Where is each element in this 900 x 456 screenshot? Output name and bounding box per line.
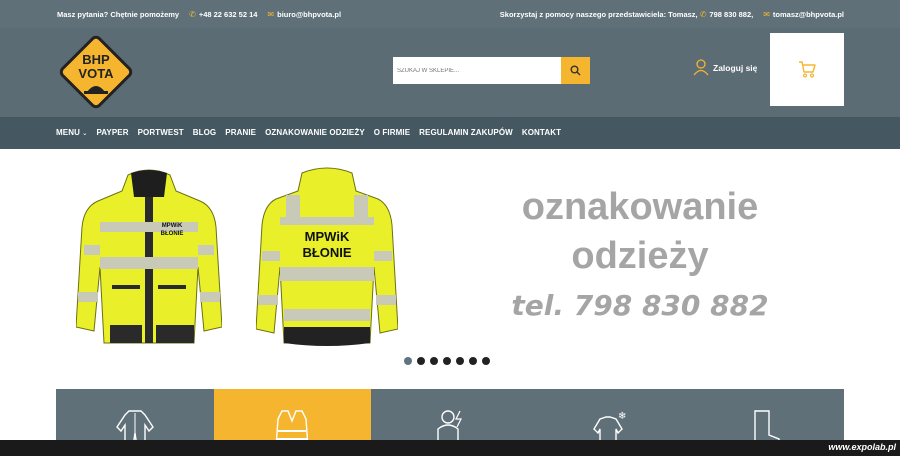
nav-item-payper[interactable]: PAYPER [96,128,128,137]
email-text: biuro@bhpvota.pl [277,10,342,19]
phone-link[interactable]: ✆ +48 22 632 52 14 [189,10,257,19]
slider-dot[interactable] [417,357,425,365]
svg-text:MPWiK: MPWiK [162,223,183,229]
slider-dot[interactable] [456,357,464,365]
search-button[interactable] [561,57,590,84]
jacket-front-image: MPWiK BŁONIE [76,169,222,344]
chevron-down-icon: ⌄ [82,131,88,137]
slider-dot[interactable] [482,357,490,365]
slider-dot[interactable] [430,357,438,365]
main-nav: MENU ⌄ PAYPER PORTWEST BLOG PRANIE OZNAK… [0,117,900,149]
login-label: Zaloguj się [713,62,758,73]
representative-info: Skorzystaj z pomocy naszego przedstawici… [500,10,844,19]
nav-item-kontakt[interactable]: KONTAKT [522,128,561,137]
nav-item-regulamin[interactable]: REGULAMIN ZAKUPÓW [419,128,513,137]
slider-dot[interactable] [404,357,412,365]
svg-text:❄: ❄ [618,411,626,422]
slider-dot[interactable] [469,357,477,365]
logo[interactable]: BHP VOTA [56,32,136,112]
nav-item-portwest[interactable]: PORTWEST [138,128,184,137]
rep-phone-link[interactable]: 798 830 882, [709,10,753,19]
svg-text:BŁONIE: BŁONIE [161,231,184,237]
help-question: Masz pytania? Chętnie pomożemy [57,10,180,19]
rep-email-link[interactable]: ✉ tomasz@bhpvota.pl [763,10,844,19]
email-link[interactable]: ✉ biuro@bhpvota.pl [267,10,341,19]
rep-email-text: tomasz@bhpvota.pl [772,10,844,19]
slider-pagination [404,357,490,365]
nav-item-oznakowanie[interactable]: OZNAKOWANIE ODZIEŻY [265,128,365,137]
hero-title-line1: oznakowanie [521,186,759,228]
hero-phone: tel. 798 830 882 [511,289,769,322]
nav-item-o-firmie[interactable]: O FIRMIE [374,128,410,137]
search-bar [393,57,590,84]
slider-dot[interactable] [443,357,451,365]
cart-icon [799,61,816,78]
logo-line2: VOTA [78,66,114,81]
representative-text: Skorzystaj z pomocy naszego przedstawici… [499,10,698,19]
jacket-print-line2: BŁONIE [302,245,351,260]
login-link[interactable]: Zaloguj się [693,59,757,76]
nav-label: MENU [56,128,80,137]
phone-text: +48 22 632 52 14 [198,10,258,19]
cart-button[interactable] [770,33,844,106]
search-input[interactable] [393,57,561,84]
envelope-icon: ✉ [763,10,770,19]
jacket-print-line1: MPWiK [305,229,350,244]
nav-item-pranie[interactable]: PRANIE [225,128,256,137]
contact-info: Masz pytania? Chętnie pomożemy ✆ +48 22 6… [57,10,341,19]
nav-item-menu[interactable]: MENU ⌄ [56,128,87,137]
hero-title-line2: odzieży [571,235,709,277]
logo-line1: BHP [82,52,110,67]
top-bar: Masz pytania? Chętnie pomożemy ✆ +48 22 6… [0,0,900,28]
hero-slider: MPWiK BŁONIE MPWiK BŁONIE oznakowanie od… [0,149,900,389]
envelope-icon: ✉ [267,10,275,19]
jacket-back-image: MPWiK BŁONIE [256,167,398,346]
phone-icon: ✆ [189,10,196,19]
phone-icon: ✆ [699,10,707,19]
user-icon [693,59,709,76]
search-icon [570,65,581,76]
nav-item-blog[interactable]: BLOG [193,128,217,137]
watermark: www.expolab.pl [0,440,900,456]
